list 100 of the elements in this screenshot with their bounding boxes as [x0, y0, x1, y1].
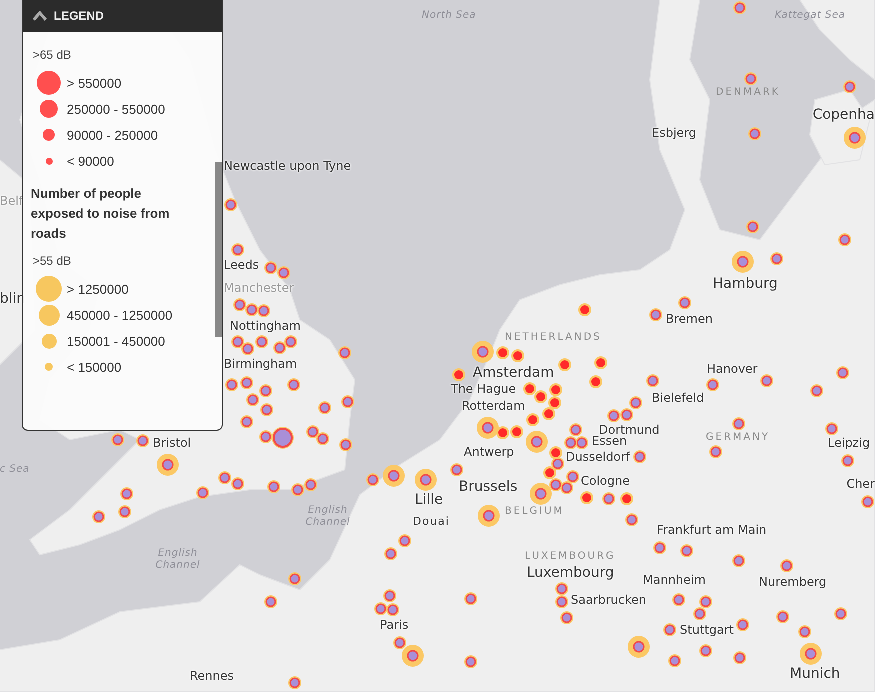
noise-marker[interactable]	[560, 612, 574, 624]
noise-marker[interactable]	[530, 483, 552, 505]
noise-marker[interactable]	[836, 366, 850, 380]
noise-marker[interactable]	[386, 604, 400, 616]
noise-marker[interactable]	[734, 2, 746, 14]
noise-marker[interactable]	[602, 492, 616, 506]
noise-marker[interactable]	[590, 376, 602, 388]
noise-marker[interactable]	[550, 446, 562, 460]
noise-marker[interactable]	[136, 434, 150, 448]
noise-marker[interactable]	[776, 610, 790, 624]
noise-marker[interactable]	[706, 378, 720, 392]
noise-marker[interactable]	[736, 618, 750, 632]
noise-marker[interactable]	[478, 505, 500, 527]
noise-marker[interactable]	[92, 510, 106, 524]
noise-marker[interactable]	[634, 450, 646, 464]
noise-marker[interactable]	[744, 72, 758, 86]
noise-marker[interactable]	[628, 636, 650, 658]
noise-marker[interactable]	[496, 346, 510, 360]
noise-marker[interactable]	[550, 384, 562, 396]
noise-marker[interactable]	[394, 636, 406, 650]
noise-marker[interactable]	[746, 220, 760, 234]
noise-marker[interactable]	[650, 308, 662, 322]
noise-marker[interactable]	[118, 506, 132, 518]
noise-marker[interactable]	[246, 394, 260, 406]
noise-marker[interactable]	[218, 472, 232, 484]
noise-marker[interactable]	[232, 244, 244, 256]
noise-marker[interactable]	[510, 426, 524, 438]
noise-marker[interactable]	[246, 304, 258, 316]
noise-marker[interactable]	[415, 469, 437, 491]
noise-marker[interactable]	[512, 350, 524, 362]
noise-marker[interactable]	[477, 417, 499, 439]
noise-marker[interactable]	[710, 446, 722, 458]
scrollbar[interactable]	[215, 162, 222, 337]
noise-marker[interactable]	[366, 474, 380, 486]
noise-marker[interactable]	[402, 645, 424, 667]
noise-marker[interactable]	[748, 128, 762, 140]
noise-marker[interactable]	[268, 480, 280, 494]
noise-marker[interactable]	[564, 436, 578, 450]
noise-marker[interactable]	[844, 127, 866, 149]
noise-marker[interactable]	[770, 252, 784, 266]
noise-marker[interactable]	[844, 80, 856, 94]
noise-marker[interactable]	[338, 346, 352, 360]
legend-toggle[interactable]: LEGEND	[23, 0, 222, 32]
noise-marker[interactable]	[608, 410, 620, 422]
noise-marker[interactable]	[732, 418, 746, 430]
noise-marker[interactable]	[524, 382, 536, 396]
noise-marker[interactable]	[288, 572, 302, 586]
noise-marker[interactable]	[264, 262, 278, 274]
noise-marker[interactable]	[260, 404, 274, 416]
noise-marker[interactable]	[732, 554, 746, 568]
noise-marker[interactable]	[526, 414, 540, 426]
noise-marker[interactable]	[834, 608, 848, 620]
noise-marker[interactable]	[544, 466, 556, 480]
noise-marker[interactable]	[654, 542, 666, 554]
noise-marker[interactable]	[258, 304, 270, 318]
noise-marker[interactable]	[274, 342, 286, 354]
noise-marker[interactable]	[452, 368, 466, 382]
noise-marker[interactable]	[780, 560, 794, 572]
noise-marker[interactable]	[306, 426, 320, 438]
noise-marker[interactable]	[556, 596, 568, 608]
noise-marker[interactable]	[838, 234, 852, 246]
noise-marker[interactable]	[526, 431, 548, 453]
noise-marker[interactable]	[464, 656, 478, 668]
noise-marker[interactable]	[464, 592, 478, 606]
noise-marker[interactable]	[196, 486, 210, 500]
noise-marker[interactable]	[732, 251, 754, 273]
noise-marker[interactable]	[272, 427, 294, 449]
noise-marker[interactable]	[560, 482, 574, 494]
noise-marker[interactable]	[826, 422, 838, 436]
noise-marker[interactable]	[578, 304, 592, 316]
noise-marker[interactable]	[672, 594, 686, 606]
noise-marker[interactable]	[664, 624, 676, 636]
noise-marker[interactable]	[318, 402, 332, 414]
noise-marker[interactable]	[384, 548, 398, 560]
noise-marker[interactable]	[112, 434, 124, 446]
noise-marker[interactable]	[548, 396, 562, 410]
noise-marker[interactable]	[668, 654, 682, 668]
noise-marker[interactable]	[566, 470, 580, 484]
noise-marker[interactable]	[694, 608, 706, 620]
noise-marker[interactable]	[620, 408, 634, 422]
noise-marker[interactable]	[550, 478, 562, 492]
noise-marker[interactable]	[798, 626, 812, 638]
noise-marker[interactable]	[240, 416, 254, 428]
noise-marker[interactable]	[232, 478, 244, 490]
noise-marker[interactable]	[260, 384, 272, 398]
noise-marker[interactable]	[340, 438, 352, 452]
noise-marker[interactable]	[760, 374, 774, 388]
noise-marker[interactable]	[646, 374, 660, 388]
noise-marker[interactable]	[450, 464, 464, 476]
noise-marker[interactable]	[383, 465, 405, 487]
noise-marker[interactable]	[384, 590, 396, 602]
noise-marker[interactable]	[304, 478, 318, 492]
noise-marker[interactable]	[630, 396, 642, 410]
noise-marker[interactable]	[534, 390, 548, 404]
noise-marker[interactable]	[288, 378, 300, 392]
noise-marker[interactable]	[472, 341, 494, 363]
noise-marker[interactable]	[264, 596, 278, 608]
noise-marker[interactable]	[700, 596, 712, 608]
noise-marker[interactable]	[242, 342, 254, 356]
noise-marker[interactable]	[842, 454, 854, 468]
